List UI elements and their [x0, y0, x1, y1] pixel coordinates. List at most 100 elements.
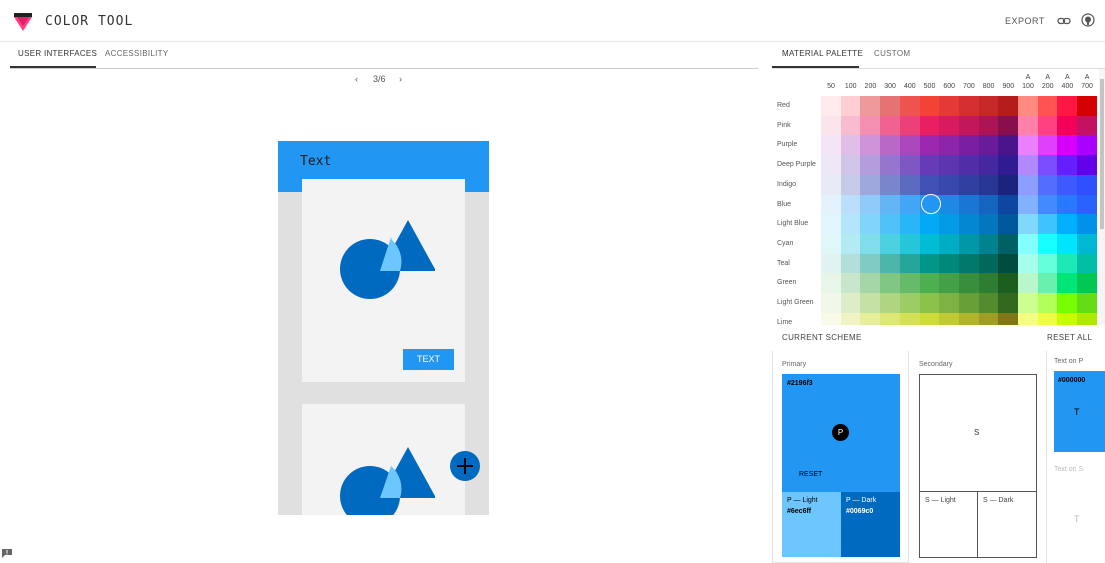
secondary-dark-swatch[interactable]: S — Dark: [977, 491, 1037, 558]
palette-swatch[interactable]: [958, 155, 979, 176]
link-icon[interactable]: [1057, 14, 1071, 28]
palette-swatch[interactable]: [978, 174, 999, 195]
palette-swatch[interactable]: [939, 214, 960, 235]
palette-swatch[interactable]: [958, 293, 979, 313]
palette-swatch[interactable]: [860, 115, 881, 136]
primary-light-swatch[interactable]: P — Light #6ec6ff: [782, 492, 841, 557]
palette-swatch[interactable]: [880, 233, 901, 254]
tab-material-palette[interactable]: MATERIAL PALETTE: [782, 49, 863, 58]
palette-swatch[interactable]: [1057, 253, 1078, 274]
palette-swatch[interactable]: [860, 253, 881, 274]
palette-swatch[interactable]: [998, 96, 1019, 116]
palette-swatch[interactable]: [1037, 135, 1058, 156]
tab-custom[interactable]: CUSTOM: [874, 49, 910, 58]
palette-swatch[interactable]: [840, 312, 861, 325]
palette-swatch[interactable]: [1077, 293, 1098, 313]
reset-all-button[interactable]: RESET ALL: [1047, 333, 1092, 342]
palette-swatch[interactable]: [939, 96, 960, 116]
palette-swatch[interactable]: [1037, 312, 1058, 325]
palette-swatch[interactable]: [1037, 155, 1058, 176]
tab-accessibility[interactable]: ACCESSIBILITY: [105, 49, 168, 58]
palette-swatch[interactable]: [821, 194, 841, 215]
palette-swatch[interactable]: [1077, 115, 1098, 136]
palette-swatch[interactable]: [939, 155, 960, 176]
palette-swatch[interactable]: [1077, 174, 1098, 195]
palette-swatch[interactable]: [899, 312, 920, 325]
palette-swatch[interactable]: [919, 273, 940, 294]
palette-swatch[interactable]: [1057, 293, 1078, 313]
palette-swatch[interactable]: [919, 96, 940, 116]
tab-user-interfaces[interactable]: USER INTERFACES: [18, 49, 97, 58]
palette-swatch[interactable]: [919, 115, 940, 136]
palette-swatch[interactable]: [1077, 194, 1098, 215]
palette-swatch[interactable]: [899, 233, 920, 254]
palette-swatch[interactable]: [939, 273, 960, 294]
palette-swatch[interactable]: [978, 115, 999, 136]
palette-scrollbar[interactable]: [1099, 69, 1105, 325]
palette-swatch[interactable]: [958, 312, 979, 325]
palette-swatch[interactable]: [899, 253, 920, 274]
palette-swatch[interactable]: [821, 214, 841, 235]
palette-swatch[interactable]: [1018, 273, 1038, 294]
palette-swatch[interactable]: [1018, 174, 1038, 195]
palette-swatch[interactable]: [899, 273, 920, 294]
palette-swatch[interactable]: [860, 194, 881, 215]
palette-swatch[interactable]: [958, 135, 979, 156]
palette-swatch[interactable]: [1018, 253, 1038, 274]
palette-swatch[interactable]: [1018, 135, 1038, 156]
palette-swatch[interactable]: [860, 273, 881, 294]
palette-swatch[interactable]: [1037, 96, 1058, 116]
palette-swatch[interactable]: [1018, 312, 1038, 325]
palette-swatch[interactable]: [880, 214, 901, 235]
palette-swatch[interactable]: [978, 253, 999, 274]
secondary-light-swatch[interactable]: S — Light: [919, 491, 978, 558]
palette-swatch[interactable]: [958, 214, 979, 235]
palette-swatch[interactable]: [880, 273, 901, 294]
palette-swatch[interactable]: [1077, 273, 1098, 294]
palette-swatch[interactable]: [1057, 135, 1078, 156]
palette-swatch[interactable]: [958, 96, 979, 116]
palette-swatch[interactable]: [1037, 194, 1058, 215]
palette-swatch[interactable]: [899, 293, 920, 313]
palette-swatch[interactable]: [978, 293, 999, 313]
palette-swatch[interactable]: [939, 115, 960, 136]
palette-swatch[interactable]: [978, 214, 999, 235]
palette-swatch[interactable]: [958, 233, 979, 254]
palette-swatch[interactable]: [919, 253, 940, 274]
palette-swatch[interactable]: [1018, 293, 1038, 313]
text-on-primary-swatch[interactable]: #000000 T: [1054, 371, 1105, 452]
palette-swatch[interactable]: [939, 312, 960, 325]
palette-swatch[interactable]: [998, 293, 1019, 313]
palette-swatch[interactable]: [978, 155, 999, 176]
primary-dark-swatch[interactable]: P — Dark #0069c0: [841, 492, 900, 557]
palette-swatch[interactable]: [899, 115, 920, 136]
palette-swatch[interactable]: [821, 312, 841, 325]
palette-swatch[interactable]: [1037, 214, 1058, 235]
palette-swatch[interactable]: [840, 174, 861, 195]
palette-swatch[interactable]: [899, 135, 920, 156]
palette-swatch[interactable]: [880, 115, 901, 136]
palette-swatch[interactable]: [860, 312, 881, 325]
palette-swatch[interactable]: [880, 135, 901, 156]
palette-swatch[interactable]: [821, 174, 841, 195]
palette-swatch[interactable]: [880, 155, 901, 176]
palette-swatch[interactable]: [998, 273, 1019, 294]
palette-swatch[interactable]: [840, 253, 861, 274]
palette-swatch[interactable]: [939, 194, 960, 215]
palette-swatch[interactable]: [821, 233, 841, 254]
palette-swatch[interactable]: [899, 194, 920, 215]
palette-swatch[interactable]: [1077, 155, 1098, 176]
palette-swatch[interactable]: [998, 253, 1019, 274]
palette-swatch[interactable]: [1037, 273, 1058, 294]
palette-swatch[interactable]: [919, 174, 940, 195]
palette-swatch[interactable]: [978, 233, 999, 254]
palette-swatch[interactable]: [1057, 273, 1078, 294]
palette-swatch[interactable]: [1037, 233, 1058, 254]
palette-swatch[interactable]: [978, 135, 999, 156]
palette-swatch[interactable]: [939, 174, 960, 195]
palette-swatch[interactable]: [1018, 155, 1038, 176]
palette-swatch[interactable]: [899, 96, 920, 116]
reset-button[interactable]: RESET: [799, 471, 822, 478]
palette-swatch[interactable]: [1077, 312, 1098, 325]
palette-swatch[interactable]: [899, 174, 920, 195]
